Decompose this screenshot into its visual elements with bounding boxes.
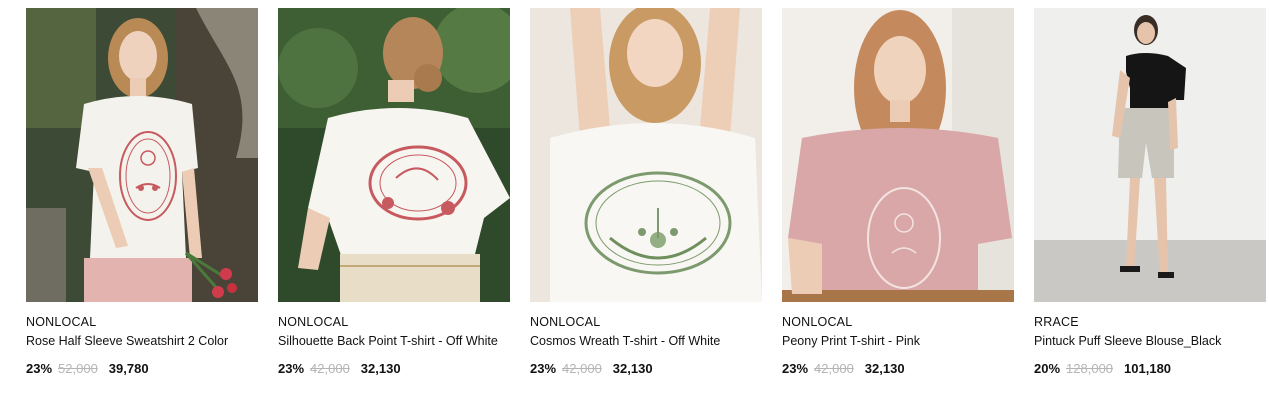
product-brand: RRACE [1034,315,1079,329]
product-card[interactable]: NONLOCAL Cosmos Wreath T-shirt - Off Whi… [530,8,762,378]
sale-price: 101,180 [1124,361,1172,376]
sale-price: 32,130 [864,361,905,376]
price-row: 23% 52,000 39,780 [26,360,258,378]
product-card[interactable]: NONLOCAL Silhouette Back Point T-shirt -… [278,8,510,378]
product-card[interactable]: RRACE Pintuck Puff Sleeve Blouse_Black 2… [1034,8,1266,378]
price-row: 20% 128,000 101,180 [1034,360,1266,378]
sale-price: 39,780 [108,361,149,376]
product-name[interactable]: Rose Half Sleeve Sweatshirt 2 Color [26,332,258,350]
product-image[interactable] [530,8,762,302]
product-card[interactable]: NONLOCAL Rose Half Sleeve Sweatshirt 2 C… [26,8,258,378]
product-brand: NONLOCAL [782,315,853,329]
sale-price: 32,130 [612,361,653,376]
product-name[interactable]: Pintuck Puff Sleeve Blouse_Black [1034,332,1266,350]
product-grid: NONLOCAL Rose Half Sleeve Sweatshirt 2 C… [26,8,1266,378]
discount-rate: 23% [530,361,557,376]
product-name[interactable]: Peony Print T-shirt - Pink [782,332,1014,350]
product-photo-silhouette-tshirt [278,8,510,302]
original-price: 42,000 [310,361,350,376]
product-name[interactable]: Cosmos Wreath T-shirt - Off White [530,332,762,350]
product-image[interactable] [278,8,510,302]
price-row: 23% 42,000 32,130 [782,360,1014,378]
original-price: 52,000 [58,361,98,376]
discount-rate: 20% [1034,361,1061,376]
product-image[interactable] [1034,8,1266,302]
discount-rate: 23% [26,361,53,376]
price-row: 23% 42,000 32,130 [530,360,762,378]
product-brand: NONLOCAL [530,315,601,329]
product-image[interactable] [782,8,1014,302]
product-photo-peony-tshirt [782,8,1014,302]
price-row: 23% 42,000 32,130 [278,360,510,378]
product-card[interactable]: NONLOCAL Peony Print T-shirt - Pink 23% … [782,8,1014,378]
product-photo-rose-sweatshirt [26,8,258,302]
product-photo-cosmos-tshirt [530,8,762,302]
product-image[interactable] [26,8,258,302]
product-name[interactable]: Silhouette Back Point T-shirt - Off Whit… [278,332,510,350]
discount-rate: 23% [278,361,305,376]
original-price: 42,000 [562,361,602,376]
original-price: 42,000 [814,361,854,376]
product-brand: NONLOCAL [278,315,349,329]
original-price: 128,000 [1066,361,1114,376]
product-photo-pintuck-blouse [1034,8,1266,302]
discount-rate: 23% [782,361,809,376]
product-brand: NONLOCAL [26,315,97,329]
sale-price: 32,130 [360,361,401,376]
